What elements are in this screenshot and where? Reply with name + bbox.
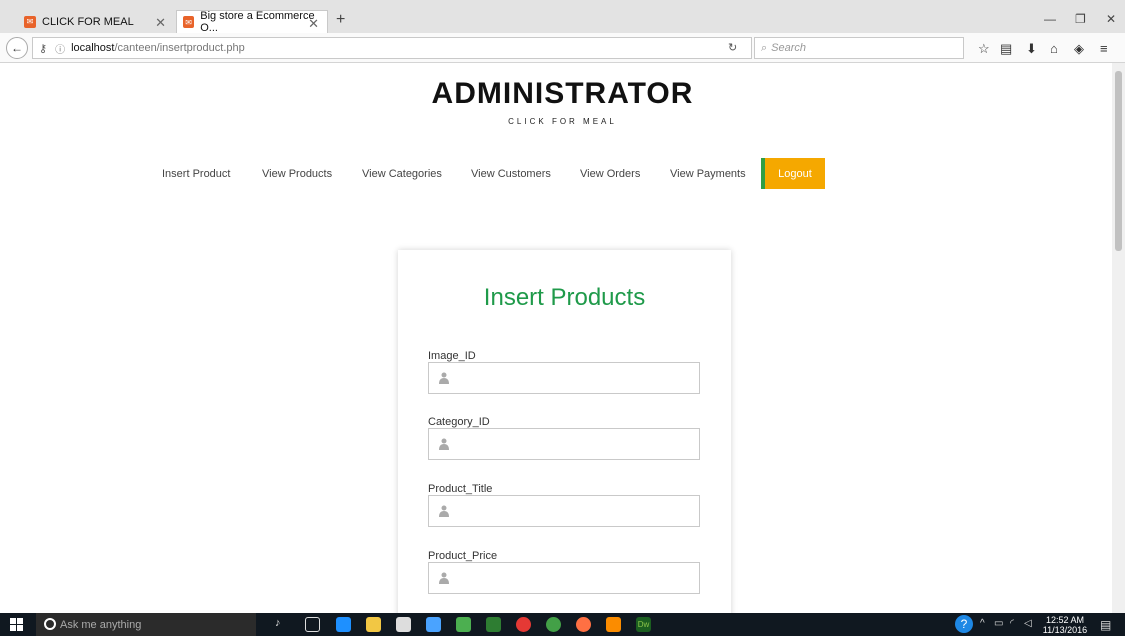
key-icon: ⚷	[39, 42, 48, 55]
close-window-icon[interactable]: ✕	[1106, 12, 1116, 26]
tab-label: CLICK FOR MEAL	[42, 15, 134, 28]
product-price-label: Product_Price	[428, 550, 498, 562]
cortana-icon	[44, 618, 56, 630]
tab-big-store[interactable]: ✉ Big store a Ecommerce O... ✕	[176, 10, 328, 34]
category-id-label: Category_ID	[428, 416, 490, 428]
search-icon: ⌕	[761, 41, 768, 54]
page-scrollbar[interactable]	[1112, 63, 1125, 613]
windows-taskbar: Ask me anything ♪ Dw ? ^ ▭ ◜ ◁ 12:52 AM …	[0, 613, 1125, 636]
category-id-input[interactable]	[428, 428, 700, 460]
menu-item-view-categories[interactable]: View Categories	[362, 168, 442, 180]
dropbox-icon[interactable]	[426, 617, 441, 632]
menu-item-view-payments[interactable]: View Payments	[670, 168, 746, 180]
page-content: ADMINISTRATOR CLICK FOR MEAL Insert Prod…	[0, 63, 1112, 630]
user-icon	[439, 438, 449, 450]
home-icon[interactable]: ⌂	[1050, 41, 1058, 56]
xampp-icon[interactable]	[606, 617, 621, 632]
utorrent-icon[interactable]	[546, 617, 561, 632]
edge-icon[interactable]	[336, 617, 351, 632]
app-icon-dark-green[interactable]	[486, 617, 501, 632]
scrollbar-thumb[interactable]	[1115, 71, 1122, 251]
user-icon	[439, 372, 449, 384]
battery-icon[interactable]: ▭	[994, 618, 1003, 629]
volume-icon[interactable]: ◁	[1024, 618, 1032, 629]
page-title: ADMINISTRATOR	[431, 77, 694, 110]
close-tab-icon[interactable]: ✕	[308, 16, 319, 32]
restore-icon[interactable]: ❐	[1075, 12, 1086, 26]
image-id-label: Image_ID	[428, 350, 476, 362]
new-tab-icon[interactable]: +	[336, 11, 345, 29]
product-price-input[interactable]	[428, 562, 700, 594]
cortana-search-box[interactable]: Ask me anything	[36, 613, 256, 636]
file-explorer-icon[interactable]	[366, 617, 381, 632]
taskbar-clock[interactable]: 12:52 AM 11/13/2016	[1040, 615, 1090, 635]
menu-item-view-orders[interactable]: View Orders	[580, 168, 640, 180]
product-title-label: Product_Title	[428, 483, 493, 495]
notifications-icon[interactable]: ▤	[1100, 618, 1111, 632]
user-icon	[439, 572, 449, 584]
minimize-icon[interactable]: —	[1044, 12, 1056, 26]
tab-click-for-meal[interactable]: ✉ CLICK FOR MEAL ✕	[24, 10, 174, 33]
menu-item-insert-product[interactable]: Insert Product	[162, 168, 230, 180]
app-icon-green[interactable]	[456, 617, 471, 632]
windows-start-icon[interactable]	[10, 618, 23, 631]
site-tagline: CLICK FOR MEAL	[508, 117, 617, 126]
task-view-icon[interactable]	[305, 617, 320, 632]
firefox-icon[interactable]	[576, 617, 591, 632]
logout-button[interactable]: Logout	[761, 158, 825, 189]
close-tab-icon[interactable]: ✕	[155, 15, 166, 31]
reload-icon[interactable]: ↻	[728, 41, 737, 54]
product-title-input[interactable]	[428, 495, 700, 527]
site-favicon-icon: ✉	[183, 16, 195, 28]
url-path: /canteen/insertproduct.php	[114, 42, 245, 54]
bookmark-star-icon[interactable]: ☆	[978, 41, 990, 57]
pocket-icon[interactable]: ◈	[1074, 41, 1084, 57]
chevron-up-icon[interactable]: ^	[980, 618, 985, 629]
microphone-icon[interactable]: ♪	[275, 617, 290, 632]
back-icon[interactable]: ←	[6, 37, 28, 59]
chrome-icon[interactable]	[516, 617, 531, 632]
menu-item-view-products[interactable]: View Products	[262, 168, 332, 180]
store-icon[interactable]	[396, 617, 411, 632]
menu-icon[interactable]: ≡	[1100, 41, 1108, 56]
menu-item-view-customers[interactable]: View Customers	[471, 168, 551, 180]
image-id-input[interactable]	[428, 362, 700, 394]
help-icon[interactable]: ?	[955, 615, 973, 633]
info-icon[interactable]: ⓘ	[55, 41, 65, 56]
form-title: Insert Products	[483, 284, 646, 311]
url-host: localhost	[71, 42, 115, 54]
clock-date: 11/13/2016	[1042, 625, 1088, 635]
clock-time: 12:52 AM	[1045, 615, 1085, 625]
insert-product-form: Insert Products Image_ID Category_ID Pro…	[398, 250, 731, 630]
download-icon[interactable]: ⬇	[1026, 41, 1037, 57]
user-icon	[439, 505, 449, 517]
reading-list-icon[interactable]: ▤	[1000, 41, 1012, 57]
browser-tab-bar: ✉ CLICK FOR MEAL ✕ ✉ Big store a Ecommer…	[0, 0, 1125, 34]
browser-search-box[interactable]: ⌕ Search	[754, 37, 964, 59]
search-placeholder: Search	[771, 42, 807, 54]
browser-nav-bar: ← ⚷ ⓘ localhost/canteen/insertproduct.ph…	[0, 33, 1125, 63]
cortana-placeholder: Ask me anything	[60, 618, 142, 631]
dreamweaver-icon[interactable]: Dw	[636, 617, 651, 632]
wifi-icon[interactable]: ◜	[1010, 618, 1014, 629]
url-bar[interactable]: ⚷ ⓘ localhost/canteen/insertproduct.php	[32, 37, 752, 59]
site-favicon-icon: ✉	[24, 15, 36, 28]
